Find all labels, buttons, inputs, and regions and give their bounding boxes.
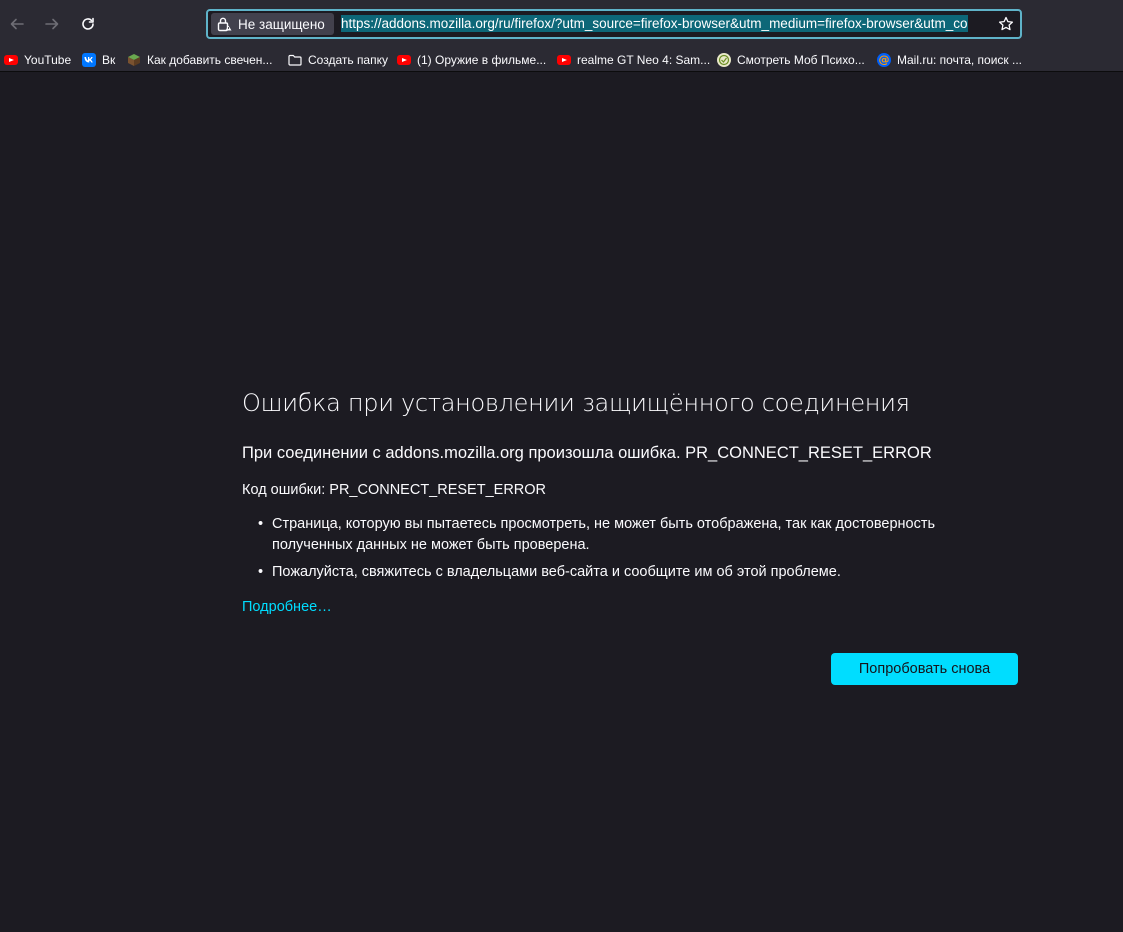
bookmark-mailru[interactable]: @ Mail.ru: почта, поиск ... (877, 51, 1022, 69)
bookmark-label: Mail.ru: почта, поиск ... (897, 53, 1022, 67)
error-details-list: Страница, которую вы пытаетесь просмотре… (256, 514, 996, 589)
bookmark-weapons-video[interactable]: (1) Оружие в фильме... (397, 51, 546, 69)
bookmark-label: (1) Оружие в фильме... (417, 53, 547, 67)
bookmark-label: YouTube (24, 53, 72, 67)
error-page-container: Ошибка при установлении защищённого соед… (242, 388, 1018, 685)
folder-icon (288, 53, 302, 67)
star-icon (998, 16, 1014, 31)
insecure-lock-icon (217, 17, 232, 32)
bookmark-youtube[interactable]: YouTube (4, 51, 71, 69)
forward-button[interactable] (37, 9, 67, 39)
navigation-toolbar: Не защищено https://addons.mozilla.org/r… (0, 0, 1123, 48)
error-title: Ошибка при установлении защищённого соед… (242, 389, 910, 417)
url-input[interactable]: https://addons.mozilla.org/ru/firefox/?u… (341, 14, 995, 34)
bookmark-label: Как добавить свечен... (147, 53, 273, 67)
minecraft-icon (127, 53, 141, 67)
bookmark-label: Вк (102, 53, 116, 67)
bookmarks-toolbar: YouTube Вк Как добавить свечен... Создат… (0, 48, 1123, 72)
list-item: Пожалуйста, свяжитесь с владельцами веб-… (256, 562, 996, 583)
forward-arrow-icon (45, 18, 59, 30)
youtube-icon (4, 53, 18, 67)
anime-site-icon (717, 53, 731, 67)
site-identity-button[interactable]: Не защищено (211, 13, 334, 35)
reload-icon (82, 17, 94, 30)
bookmark-mob-psycho[interactable]: Смотреть Моб Психо... (717, 51, 865, 69)
error-code: Код ошибки: PR_CONNECT_RESET_ERROR (242, 482, 547, 498)
not-secure-label: Не защищено (238, 16, 325, 32)
mailru-icon: @ (877, 53, 891, 67)
bookmark-label: Смотреть Моб Психо... (737, 53, 865, 67)
learn-more-link[interactable]: Подробнее… (242, 599, 332, 615)
back-button[interactable] (2, 9, 32, 39)
url-bar[interactable]: Не защищено https://addons.mozilla.org/r… (206, 9, 1022, 39)
vk-icon (82, 53, 96, 67)
try-again-button[interactable]: Попробовать снова (831, 653, 1018, 685)
youtube-icon (557, 53, 571, 67)
back-arrow-icon (10, 18, 24, 30)
youtube-icon (397, 53, 411, 67)
bookmark-realme-video[interactable]: realme GT Neo 4: Sam... (557, 51, 710, 69)
url-text: https://addons.mozilla.org/ru/firefox/?u… (341, 15, 968, 32)
bookmark-star-button[interactable] (996, 14, 1016, 34)
bookmark-vk[interactable]: Вк (82, 51, 115, 69)
bookmark-label: Создать папку (308, 53, 388, 67)
bookmark-minecraft-guide[interactable]: Как добавить свечен... (127, 51, 272, 69)
list-item: Страница, которую вы пытаетесь просмотре… (256, 514, 996, 556)
bookmark-new-folder[interactable]: Создать папку (288, 51, 388, 69)
reload-button[interactable] (73, 9, 103, 39)
error-short-description: При соединении с addons.mozilla.org прои… (242, 444, 932, 462)
bookmark-label: realme GT Neo 4: Sam... (577, 53, 711, 67)
